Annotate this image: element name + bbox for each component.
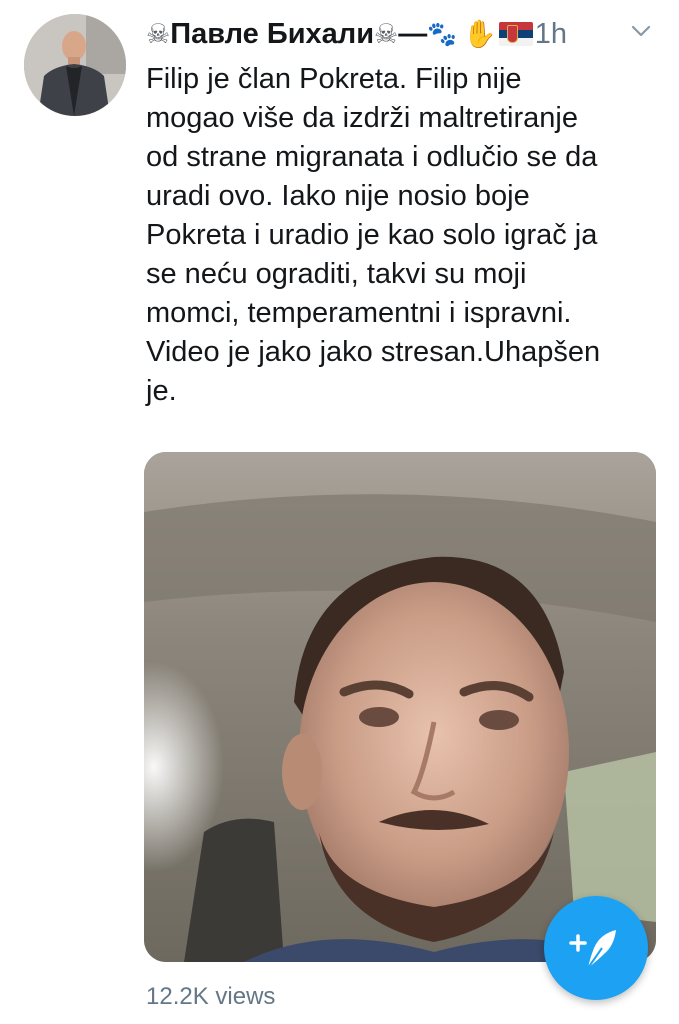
serbia-flag-icon bbox=[498, 22, 533, 46]
paw-prints-icon: 🐾 bbox=[427, 20, 458, 48]
tweet-header: ☠ Павле Бихали ☠ — 🐾 ✋ 1h bbox=[146, 12, 666, 56]
tweet-video[interactable] bbox=[144, 452, 656, 962]
video-thumbnail bbox=[144, 452, 656, 962]
chevron-down-icon[interactable] bbox=[628, 18, 654, 44]
author-avatar[interactable] bbox=[24, 14, 126, 116]
author-display-name[interactable]: ☠ Павле Бихали ☠ — 🐾 ✋ bbox=[146, 18, 533, 51]
compose-tweet-button[interactable] bbox=[544, 896, 648, 1000]
skull-icon: ☠ bbox=[146, 18, 171, 50]
avatar-photo bbox=[24, 14, 126, 116]
tweet-timestamp[interactable]: 1h bbox=[535, 18, 567, 51]
view-count: 12.2K views bbox=[146, 983, 276, 1010]
compose-tweet-icon bbox=[569, 930, 616, 969]
skull-icon: ☠ bbox=[374, 18, 399, 50]
tweet[interactable]: ☠ Павле Бихали ☠ — 🐾 ✋ 1h Filip je član … bbox=[0, 0, 679, 1024]
raised-hand-icon: ✋ bbox=[463, 18, 497, 50]
tweet-text: Filip je član Pokreta. Filip nije mogao … bbox=[146, 63, 601, 407]
author-name-text: Павле Бихали bbox=[170, 17, 375, 50]
dash-text: — bbox=[398, 17, 428, 50]
